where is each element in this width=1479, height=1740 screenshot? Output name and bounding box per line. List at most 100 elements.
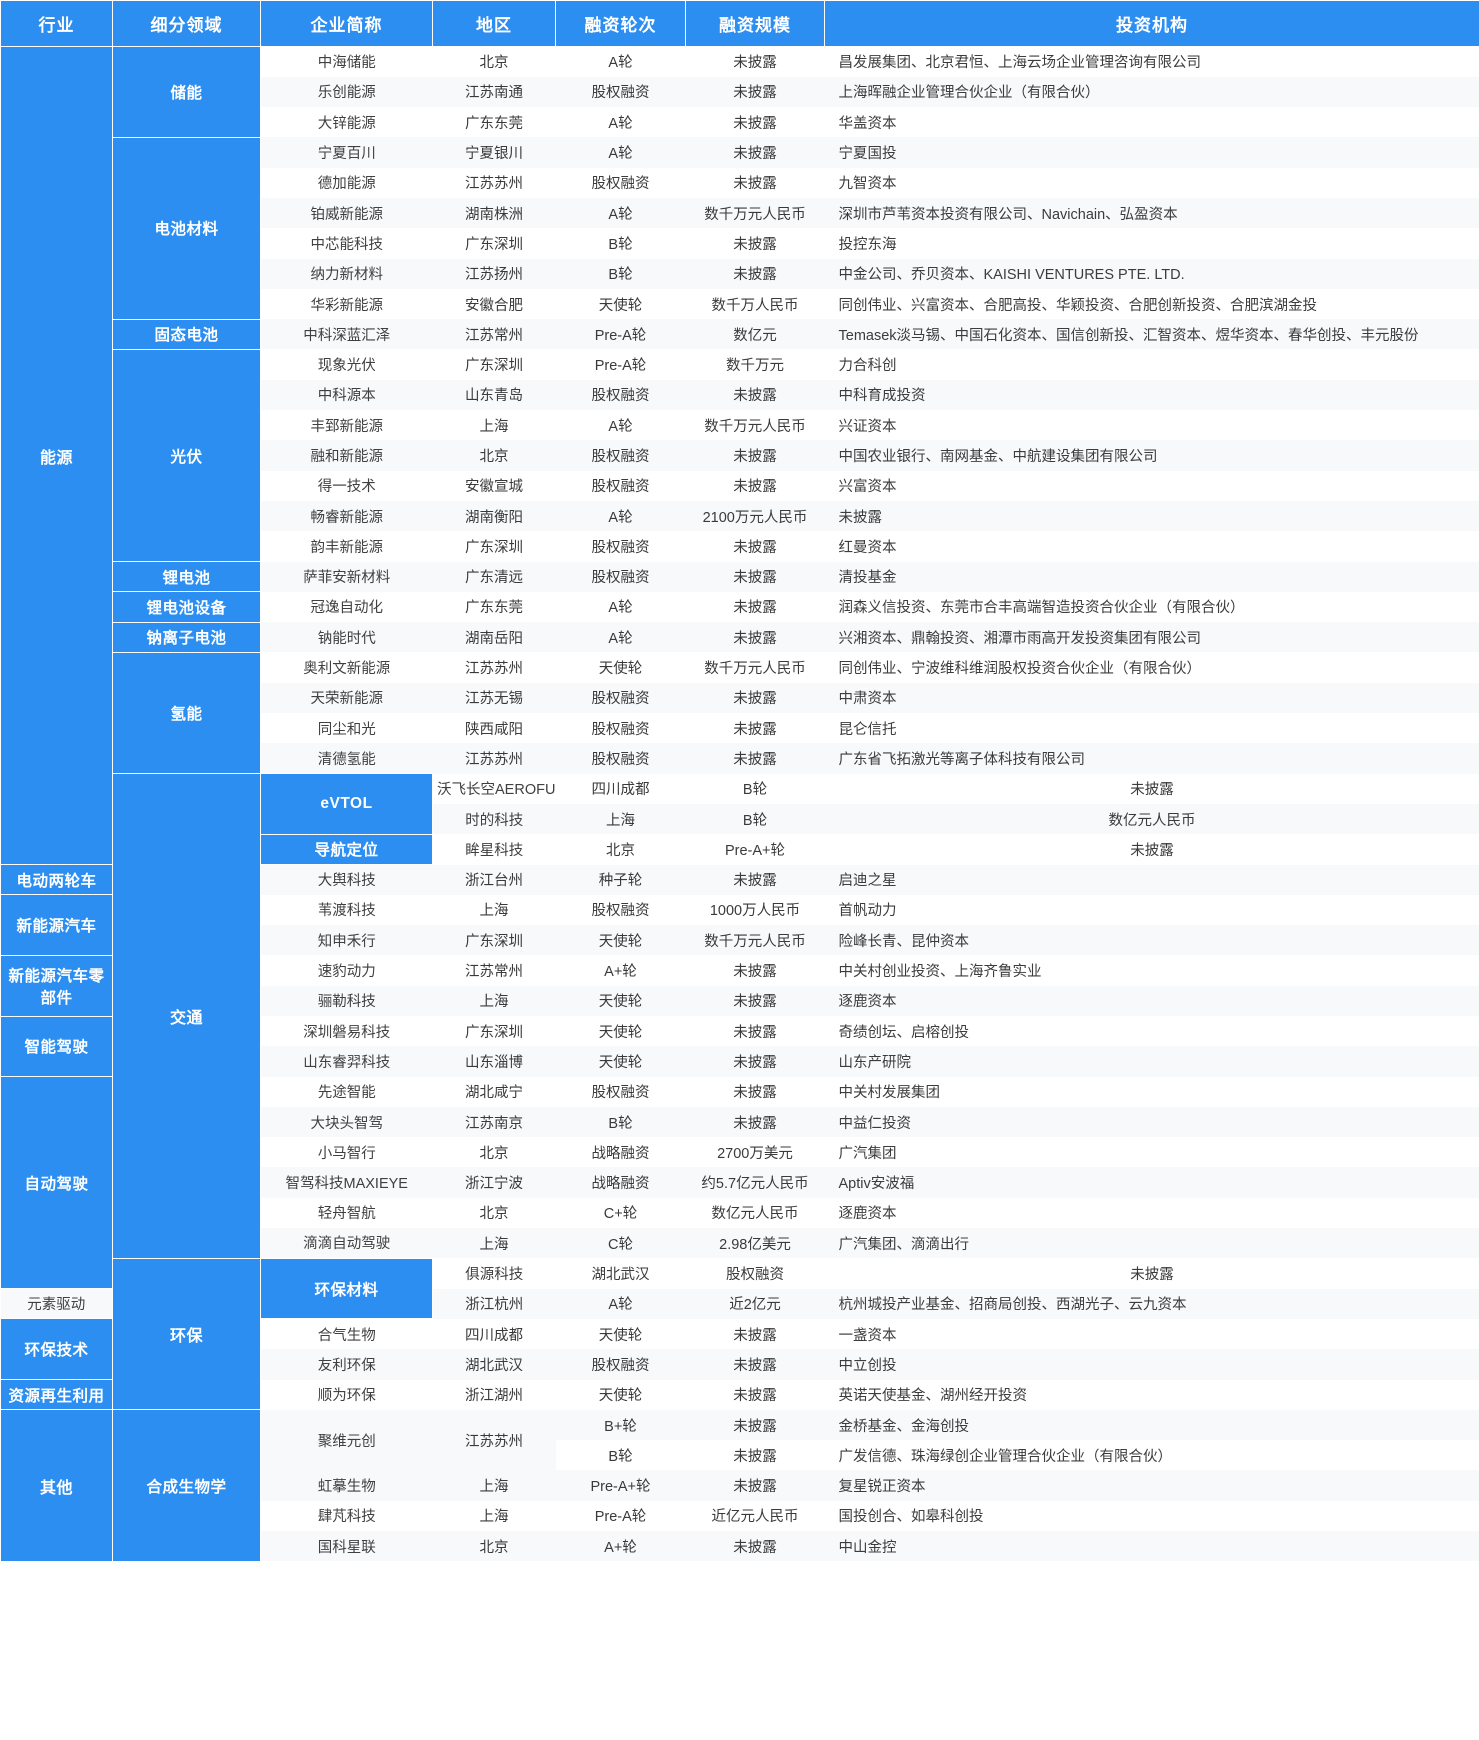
company-cell: 大舆科技 (260, 864, 433, 895)
investor-cell: 润森义信投资、东莞市合丰高端智造投资合伙企业（有限合伙） (824, 591, 1479, 623)
region-cell: 北京 (432, 1197, 556, 1229)
company-cell: 轻舟智航 (260, 1197, 433, 1229)
subfield-cell: 环保技术 (0, 1318, 113, 1381)
company-cell: 中科源本 (260, 379, 433, 411)
amount-cell: 未披露 (685, 1349, 825, 1380)
round-cell: 股权融资 (555, 167, 686, 198)
investor-cell: 兴证资本 (824, 410, 1479, 441)
investor-cell: 逐鹿资本 (824, 1197, 1479, 1229)
investor-cell: 山东产研院 (824, 1046, 1479, 1077)
round-cell: 天使轮 (555, 288, 686, 320)
round-cell: Pre-A+轮 (685, 834, 825, 865)
investor-cell: 兴湘资本、鼎翰投资、湘潭市雨高开发投资集团有限公司 (824, 622, 1479, 653)
region-cell: 山东青岛 (432, 379, 556, 411)
investor-cell: 复星锐正资本 (824, 1470, 1479, 1501)
company-cell: 天荣新能源 (260, 682, 433, 714)
round-cell: B+轮 (555, 1409, 686, 1441)
region-cell: 广东东莞 (432, 107, 556, 138)
company-cell: 宁夏百川 (260, 137, 433, 168)
amount-cell: 未披露 (685, 531, 825, 562)
amount-cell: 数亿元 (685, 319, 825, 350)
region-cell: 江苏常州 (432, 955, 556, 986)
subfield-cell: 电动两轮车 (0, 864, 113, 896)
round-cell: 股权融资 (555, 743, 686, 774)
round-cell: Pre-A+轮 (555, 1470, 686, 1501)
round-cell: Pre-A轮 (555, 319, 686, 350)
company-cell: 苇渡科技 (260, 894, 433, 926)
region-cell: 湖北武汉 (432, 1349, 556, 1380)
region-cell: 浙江台州 (432, 864, 556, 895)
amount-cell: 未披露 (685, 743, 825, 774)
round-cell: 天使轮 (555, 1016, 686, 1047)
region-cell: 北京 (432, 46, 556, 77)
amount-cell: 近亿元人民币 (685, 1500, 825, 1532)
company-cell: 韵丰新能源 (260, 531, 433, 562)
company-cell: 钠能时代 (260, 622, 433, 653)
region-cell: 上海 (432, 894, 556, 926)
company-cell: 奥利文新能源 (260, 652, 433, 683)
company-cell: 中科深蓝汇泽 (260, 319, 433, 350)
region-cell: 上海 (555, 803, 686, 835)
investor-cell: 中益仁投资 (824, 1106, 1479, 1138)
investor-cell: 华盖资本 (824, 107, 1479, 138)
amount-cell: 数千万人民币 (685, 288, 825, 320)
amount-cell: 近2亿元 (685, 1288, 825, 1319)
company-cell: 乐创能源 (260, 76, 433, 108)
amount-cell: 未披露 (685, 622, 825, 653)
region-cell: 安徽宣城 (432, 470, 556, 501)
region-cell: 广东深圳 (432, 531, 556, 562)
region-cell: 广东东莞 (432, 591, 556, 623)
company-cell: 沃飞长空AEROFUGIA (432, 773, 556, 804)
investor-cell: 同创伟业、宁波维科维润股权投资合伙企业（有限合伙） (824, 652, 1479, 683)
round-cell: B轮 (555, 1440, 686, 1471)
company-cell: 速豹动力 (260, 955, 433, 986)
header-row: 行业 细分领域 企业简称 地区 融资轮次 融资规模 投资机构 (0, 0, 1479, 47)
amount-cell: 未披露 (685, 379, 825, 411)
round-cell: Pre-A轮 (555, 1500, 686, 1532)
table-row: 环保环保材料俱源科技湖北武汉股权融资未披露零度资本 (1, 1257, 1479, 1411)
investor-cell: 逐鹿资本 (824, 985, 1479, 1016)
round-cell: C轮 (555, 1228, 686, 1259)
subfield-cell: 电池材料 (112, 136, 261, 320)
investor-cell: 红曼资本 (824, 531, 1479, 562)
round-cell: B轮 (685, 803, 825, 835)
industry-cell: 其他 (0, 1409, 113, 1562)
region-cell: 上海 (432, 1228, 556, 1259)
round-cell: 股权融资 (555, 561, 686, 592)
investor-cell: 深圳市芦苇资本投资有限公司、Navichain、弘盈资本 (824, 197, 1479, 229)
region-cell: 江苏扬州 (432, 258, 556, 289)
amount-cell: 数千万元人民币 (685, 652, 825, 683)
investor-cell: 广东省飞拓激光等离子体科技有限公司 (824, 743, 1479, 774)
amount-cell: 未披露 (685, 985, 825, 1016)
round-cell: 股权融资 (555, 1349, 686, 1380)
round-cell: 股权融资 (555, 531, 686, 562)
round-cell: B轮 (555, 1106, 686, 1138)
round-cell: 种子轮 (555, 864, 686, 895)
amount-cell: 未披露 (685, 1016, 825, 1047)
investor-cell: 上海晖融企业管理合伙企业（有限合伙） (824, 76, 1479, 108)
investor-cell: Aptiv安波福 (824, 1167, 1479, 1198)
investor-cell: 九智资本 (824, 167, 1479, 198)
company-cell: 得一技术 (260, 470, 433, 501)
round-cell: 战略融资 (555, 1167, 686, 1198)
amount-cell: 未披露 (824, 773, 1479, 804)
investor-cell: 金桥基金、金海创投 (824, 1409, 1479, 1441)
industry-cell: 交通 (112, 773, 261, 1259)
company-cell: 畅睿新能源 (260, 500, 433, 532)
amount-cell: 未披露 (685, 1318, 825, 1350)
company-cell: 山东睿羿科技 (260, 1046, 433, 1077)
region-cell: 北京 (432, 1531, 556, 1562)
company-cell: 时的科技 (432, 803, 556, 835)
amount-cell: 未披露 (685, 1046, 825, 1077)
table-header: 行业 细分领域 企业简称 地区 融资轮次 融资规模 投资机构 (0, 0, 1479, 47)
subfield-cell: 光伏 (112, 348, 261, 563)
amount-cell: 未披露 (685, 1531, 825, 1562)
round-cell: A轮 (555, 137, 686, 168)
round-cell: 股权融资 (555, 1076, 686, 1107)
investor-cell: 首帆动力 (824, 894, 1479, 926)
round-cell: 天使轮 (555, 652, 686, 683)
amount-cell: 数亿元人民币 (824, 803, 1479, 835)
region-cell: 江苏南京 (432, 1106, 556, 1138)
company-cell: 丰郅新能源 (260, 410, 433, 441)
amount-cell: 未披露 (685, 258, 825, 289)
